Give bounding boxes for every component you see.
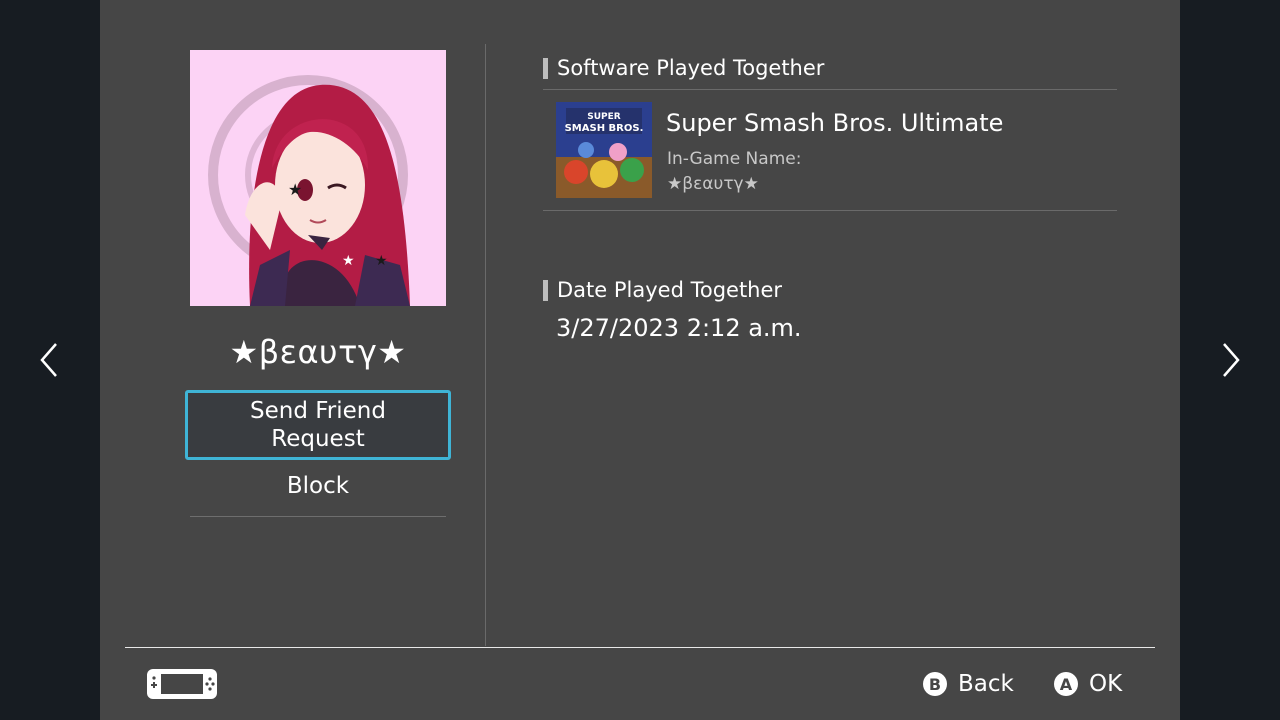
back-label: Back (958, 671, 1014, 697)
column-divider (485, 44, 486, 646)
software-section-heading: Software Played Together (543, 56, 824, 80)
handheld-console-icon (147, 669, 217, 699)
cover-logo-line2: SMASH BROS. (565, 123, 644, 134)
ok-button[interactable]: A OK (1054, 668, 1122, 700)
divider (543, 210, 1117, 211)
date-heading-text: Date Played Together (557, 278, 783, 302)
in-game-name-label: In-Game Name: (667, 149, 802, 169)
user-name: ★βεαυτγ★ (229, 333, 407, 371)
svg-text:★: ★ (342, 253, 355, 269)
divider (190, 516, 446, 517)
ok-label: OK (1089, 671, 1123, 697)
in-game-name-value: ★βεαυτγ★ (667, 174, 759, 194)
back-button[interactable]: B Back (923, 668, 1014, 700)
game-title: Super Smash Bros. Ultimate (666, 109, 1004, 137)
a-button-icon: A (1054, 672, 1078, 696)
chevron-left-icon[interactable] (38, 340, 60, 380)
send-friend-request-button[interactable]: Send Friend Request (185, 390, 451, 460)
game-cover-image: SUPER SMASH BROS. (556, 102, 652, 198)
heading-bar (543, 57, 548, 79)
footer-divider (125, 647, 1155, 648)
cover-logo-line1: SUPER (587, 112, 621, 122)
svg-text:★: ★ (288, 180, 302, 199)
send-friend-request-label: Send Friend Request (250, 398, 386, 452)
date-played-value: 3/27/2023 2:12 a.m. (556, 314, 802, 342)
block-button[interactable]: Block (190, 466, 446, 506)
svg-text:★: ★ (375, 253, 388, 269)
heading-bar (543, 279, 548, 301)
divider (543, 89, 1117, 90)
chevron-right-icon[interactable] (1220, 340, 1242, 380)
date-section-heading: Date Played Together (543, 278, 782, 302)
b-button-icon: B (923, 672, 947, 696)
block-label: Block (286, 473, 350, 499)
software-heading-text: Software Played Together (557, 56, 825, 80)
user-avatar: ★ ★ ★ (190, 50, 446, 306)
